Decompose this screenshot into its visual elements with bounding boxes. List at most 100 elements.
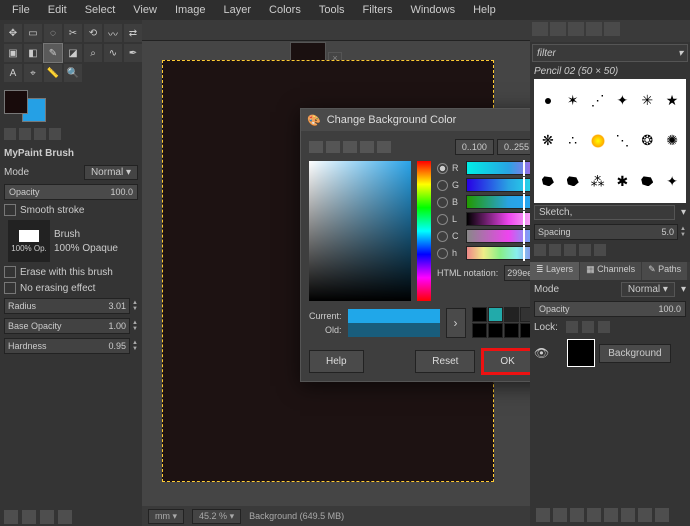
layer-name[interactable]: Background <box>599 344 670 363</box>
eye-icon[interactable]: 👁 <box>534 346 549 360</box>
mode-select[interactable]: Normal ▾ <box>84 165 138 180</box>
save-options-icon[interactable] <box>4 510 18 524</box>
brush-cell[interactable]: ★ <box>660 81 684 120</box>
sv-picker[interactable] <box>309 161 411 301</box>
picker-mode-icon[interactable] <box>377 141 391 153</box>
tool-paintbrush[interactable]: ✎ <box>44 44 62 62</box>
history-swatch[interactable] <box>488 323 503 338</box>
tool-move[interactable]: ✥ <box>4 24 22 42</box>
history-swatch[interactable] <box>520 307 530 322</box>
html-input[interactable] <box>504 265 530 281</box>
brush-cell[interactable]: ∴ <box>561 121 585 160</box>
brush-action-icon[interactable] <box>564 244 576 256</box>
tool-free-select[interactable]: ◌ <box>44 24 62 42</box>
menu-file[interactable]: File <box>4 2 38 18</box>
hardness-field[interactable]: Hardness0.95 <box>4 338 130 354</box>
layer-mask-icon[interactable] <box>638 508 652 522</box>
l-radio[interactable] <box>437 214 448 225</box>
hue-strip[interactable] <box>417 161 431 301</box>
lock-alpha-icon[interactable] <box>598 321 610 333</box>
add-to-history-icon[interactable]: › <box>446 308 466 338</box>
brush-cell[interactable]: ✦ <box>660 162 684 201</box>
dock-tab-icon[interactable] <box>568 22 584 36</box>
erase-checkbox[interactable] <box>4 266 16 278</box>
brush-preview[interactable]: 100% Op. <box>8 220 50 262</box>
layer-row[interactable]: 👁 Background <box>530 335 690 371</box>
layer-merge-icon[interactable] <box>621 508 635 522</box>
tool-flip[interactable]: ⇄ <box>124 24 142 42</box>
tool-eraser[interactable]: ◪ <box>64 44 82 62</box>
picker-mode-icon[interactable] <box>326 141 340 153</box>
menu-view[interactable]: View <box>125 2 165 18</box>
brush-cell[interactable] <box>586 121 610 160</box>
menu-edit[interactable]: Edit <box>40 2 75 18</box>
lock-position-icon[interactable] <box>582 321 594 333</box>
brush-cell[interactable] <box>561 162 585 201</box>
delete-options-icon[interactable] <box>40 510 54 524</box>
menu-image[interactable]: Image <box>167 2 214 18</box>
g-radio[interactable] <box>437 180 448 191</box>
spacing-field[interactable]: Spacing5.0 <box>534 224 678 240</box>
picker-mode-icon[interactable] <box>309 141 323 153</box>
r-slider[interactable] <box>466 161 530 175</box>
range-0-255-button[interactable]: 0..255 <box>497 139 530 155</box>
tool-warp[interactable]: 〰 <box>104 24 122 42</box>
brush-cell[interactable] <box>536 162 560 201</box>
layer-down-icon[interactable] <box>587 508 601 522</box>
history-swatch[interactable] <box>472 323 487 338</box>
tool-zoom[interactable]: 🔍 <box>64 64 82 82</box>
picker-mode-icon[interactable] <box>360 141 374 153</box>
opt-icon[interactable] <box>4 128 16 140</box>
history-swatch[interactable] <box>504 323 519 338</box>
menu-select[interactable]: Select <box>77 2 124 18</box>
brush-action-icon[interactable] <box>579 244 591 256</box>
tab-channels[interactable]: ▦ Channels <box>580 262 641 280</box>
brush-cell[interactable]: ❋ <box>536 121 560 160</box>
tool-path[interactable]: ✒ <box>124 44 142 62</box>
noerase-checkbox[interactable] <box>4 282 16 294</box>
brush-action-icon[interactable] <box>549 244 561 256</box>
brush-cell[interactable]: ✶ <box>561 81 585 120</box>
brush-cell[interactable]: ❂ <box>635 121 659 160</box>
opt-icon[interactable] <box>19 128 31 140</box>
h-radio[interactable] <box>437 248 448 259</box>
l-slider[interactable] <box>466 212 530 226</box>
layer-up-icon[interactable] <box>570 508 584 522</box>
radius-field[interactable]: Radius3.01 <box>4 298 130 314</box>
smooth-checkbox[interactable] <box>4 204 16 216</box>
dock-tab-icon[interactable] <box>604 22 620 36</box>
menu-layer[interactable]: Layer <box>216 2 260 18</box>
g-slider[interactable] <box>466 178 530 192</box>
r-radio[interactable] <box>437 163 448 174</box>
layer-delete-icon[interactable] <box>655 508 669 522</box>
brush-cell[interactable] <box>635 162 659 201</box>
ok-button[interactable]: OK <box>483 350 530 373</box>
opt-icon[interactable] <box>49 128 61 140</box>
help-button[interactable]: Help <box>309 350 364 373</box>
reset-options-icon[interactable] <box>58 510 72 524</box>
tool-clone[interactable]: ⌕ <box>84 44 102 62</box>
tool-smudge[interactable]: ∿ <box>104 44 122 62</box>
foreground-color[interactable] <box>4 90 28 114</box>
tool-measure[interactable]: 📏 <box>44 64 62 82</box>
layer-group-icon[interactable] <box>553 508 567 522</box>
brush-cell[interactable]: ✳ <box>635 81 659 120</box>
layer-thumbnail[interactable] <box>567 339 595 367</box>
layer-opacity-slider[interactable]: Opacity100.0 <box>534 301 686 317</box>
brush-cell[interactable]: ⁂ <box>586 162 610 201</box>
tab-paths[interactable]: ✎ Paths <box>642 262 687 280</box>
layer-new-icon[interactable] <box>536 508 550 522</box>
brush-cell[interactable]: ⋰ <box>586 81 610 120</box>
dock-tab-icon[interactable] <box>550 22 566 36</box>
zoom-select[interactable]: 45.2 % ▾ <box>192 509 241 524</box>
reset-button[interactable]: Reset <box>415 350 475 373</box>
brush-cell[interactable]: ✱ <box>611 162 635 201</box>
dock-tab-icon[interactable] <box>532 22 548 36</box>
restore-options-icon[interactable] <box>22 510 36 524</box>
history-swatch[interactable] <box>504 307 519 322</box>
opt-icon[interactable] <box>34 128 46 140</box>
dock-tab-icon[interactable] <box>586 22 602 36</box>
h-slider[interactable] <box>466 246 530 260</box>
brush-cell[interactable]: ✺ <box>660 121 684 160</box>
tool-bucket[interactable]: ▣ <box>4 44 22 62</box>
